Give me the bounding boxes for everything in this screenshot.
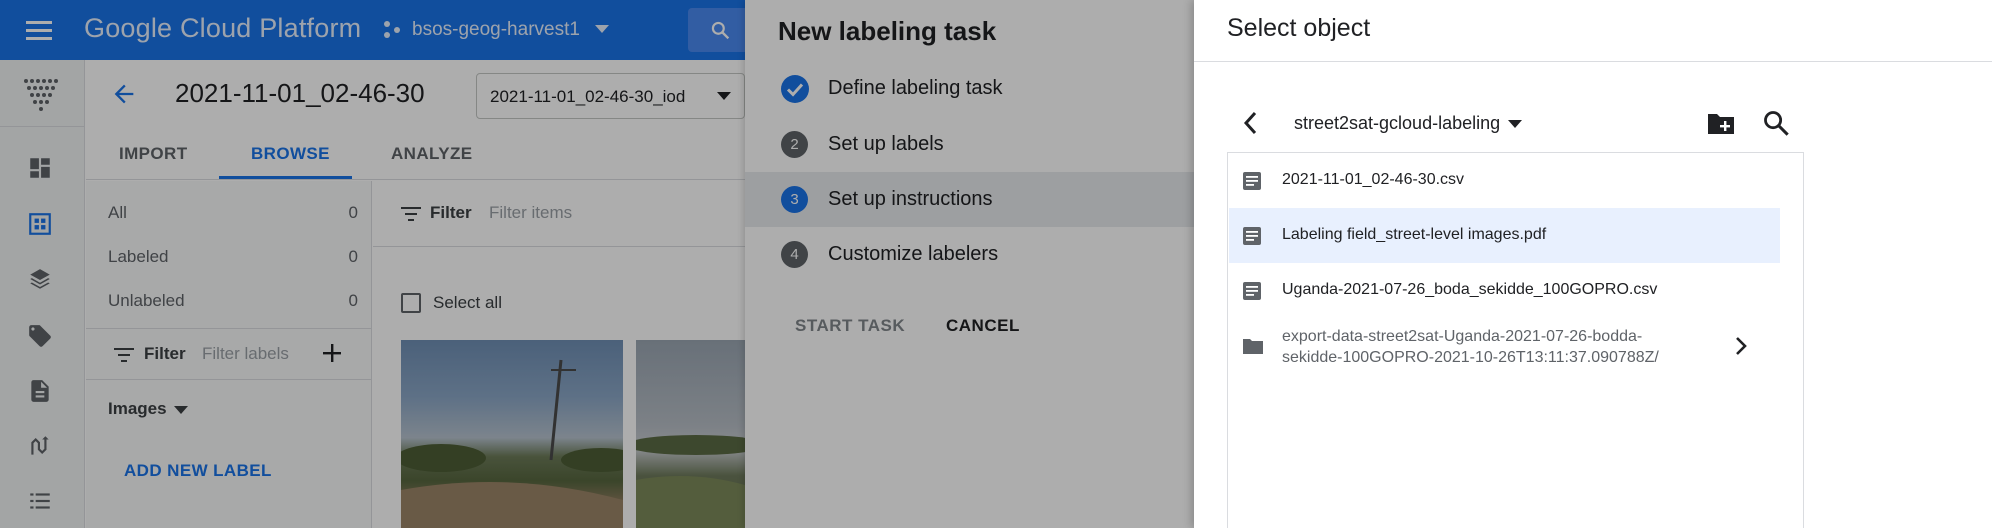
file-row-selected[interactable]: Labeling field_street-level images.pdf [1229,208,1780,263]
modal-scrim[interactable] [0,0,745,528]
chevron-right-icon[interactable] [1734,335,1748,357]
file-name: Uganda-2021-07-26_boda_sekidde_100GOPRO.… [1282,281,1658,298]
new-labeling-task-panel: New labeling task Define labeling task 2… [745,0,1194,528]
file-name: 2021-11-01_02-46-30.csv [1282,171,1465,188]
title-divider [1194,61,1992,62]
file-icon [1243,227,1261,245]
task-panel-scrim[interactable] [745,0,1194,528]
file-icon [1243,282,1261,300]
folder-icon [1243,339,1263,354]
folder-name-line: export-data-street2sat-Uganda-2021-07-26… [1282,328,1643,345]
file-row[interactable]: 2021-11-01_02-46-30.csv [1229,153,1780,208]
folder-row[interactable]: export-data-street2sat-Uganda-2021-07-26… [1229,318,1780,373]
object-browser-list: 2021-11-01_02-46-30.csv Labeling field_s… [1227,152,1804,528]
folder-name: export-data-street2sat-Uganda-2021-07-26… [1282,326,1702,368]
folder-name-line: sekidde-100GOPRO-2021-10-26T13:11:37.090… [1282,349,1659,366]
file-name: Labeling field_street-level images.pdf [1282,226,1547,243]
search-icon[interactable] [1762,109,1790,137]
panel-title: Select object [1227,14,1371,42]
chevron-down-icon[interactable] [1508,120,1522,128]
file-icon [1243,172,1261,190]
file-row[interactable]: Uganda-2021-07-26_boda_sekidde_100GOPRO.… [1229,263,1780,318]
chevron-left-icon[interactable] [1241,110,1259,136]
select-object-panel: Select object street2sat-gcloud-labeling… [1194,0,1992,528]
bucket-selector[interactable]: street2sat-gcloud-labeling [1294,113,1500,134]
new-folder-icon[interactable] [1706,110,1736,136]
